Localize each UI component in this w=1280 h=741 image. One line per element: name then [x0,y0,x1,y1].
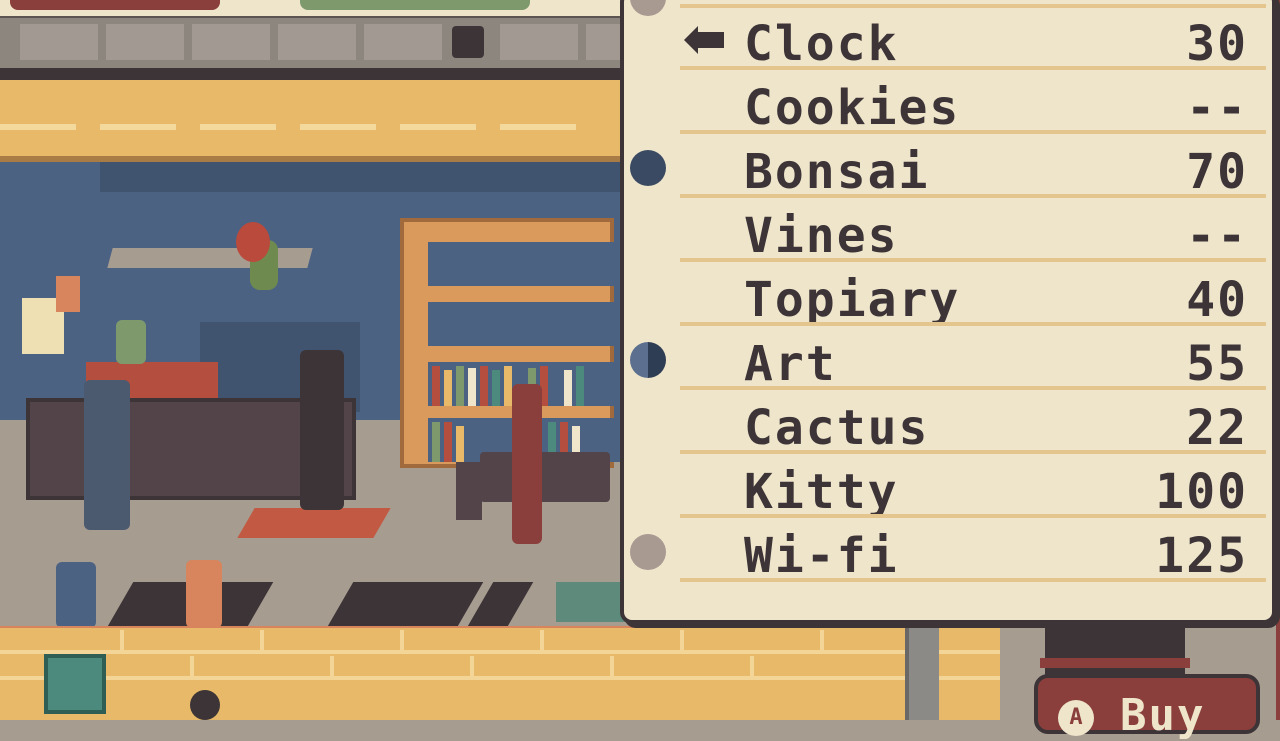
menu-item-cactus[interactable]: Cactus 22 [680,394,1266,454]
menu-item-bonsai[interactable]: Bonsai 70 [680,138,1266,198]
stairs [40,582,534,628]
buy-button-label: Buy [1120,690,1206,741]
menu-item-price: 22 [1186,400,1248,456]
menu-item-topiary[interactable]: Topiary 40 [680,266,1266,326]
menu-item-price: 30 [1186,16,1248,72]
ceiling-beam [0,16,640,72]
menu-item-art[interactable]: Art 55 [680,330,1266,390]
menu-item-wi-fi[interactable]: Wi-fi 125 [680,522,1266,582]
menu-item-price: 100 [1155,464,1248,520]
table [480,452,610,502]
front-brick-wall [0,628,1000,720]
menu-item-vines[interactable]: Vines -- [680,202,1266,262]
barista-figure [116,320,146,364]
buy-button[interactable]: A Buy [1034,674,1260,738]
awning [0,80,640,156]
menu-item-label: Clock [744,16,899,72]
status-dot-icon [630,534,666,570]
menu-item-label: Topiary [744,272,961,328]
status-dot-icon [630,342,666,378]
menu-item-label: Vines [744,208,899,264]
menu-item-label: Cactus [744,400,930,456]
row-divider [680,258,1266,262]
menu-item-label: Kitty [744,464,899,520]
seated-figure [56,562,96,628]
menu-item-label: Bonsai [744,144,930,200]
top-strip [0,0,640,16]
vent-icon [452,26,484,58]
customer-figure [512,384,542,544]
row-divider [680,578,1266,582]
row-divider [680,130,1266,134]
crate [44,654,106,714]
selection-cursor-icon [684,26,724,54]
menu-item-price: -- [1186,80,1248,136]
chair [456,462,482,520]
door-mat [556,582,626,622]
customer-figure [84,380,130,530]
menu-item-price: 40 [1186,272,1248,328]
menu-item-clock[interactable]: Clock 30 [680,10,1266,70]
menu-item-cookies[interactable]: Cookies -- [680,74,1266,134]
row-divider [680,514,1266,518]
menu-item-price: 55 [1186,336,1248,392]
poster [56,276,80,312]
row-divider [680,322,1266,326]
customer-figure [300,350,344,510]
rug [237,508,391,538]
a-button-icon: A [1058,700,1094,736]
status-dot-icon [630,150,666,186]
row-divider [680,450,1266,454]
pole [905,626,939,720]
row-divider [680,194,1266,198]
row-divider [680,386,1266,390]
row-divider [680,66,1266,70]
bookcase [400,218,1014,468]
menu-item-price: 70 [1186,144,1248,200]
wall-shelf [107,248,313,268]
lamp [190,690,220,720]
menu-item-price: -- [1186,208,1248,264]
menu-item-price: 125 [1155,528,1248,584]
menu-item-label: Wi-fi [744,528,899,584]
menu-item-kitty[interactable]: Kitty 100 [680,458,1266,518]
seated-figure [186,560,222,628]
menu-item-label: Cookies [744,80,961,136]
plant-pot [236,222,270,262]
menu-item-label: Art [744,336,837,392]
